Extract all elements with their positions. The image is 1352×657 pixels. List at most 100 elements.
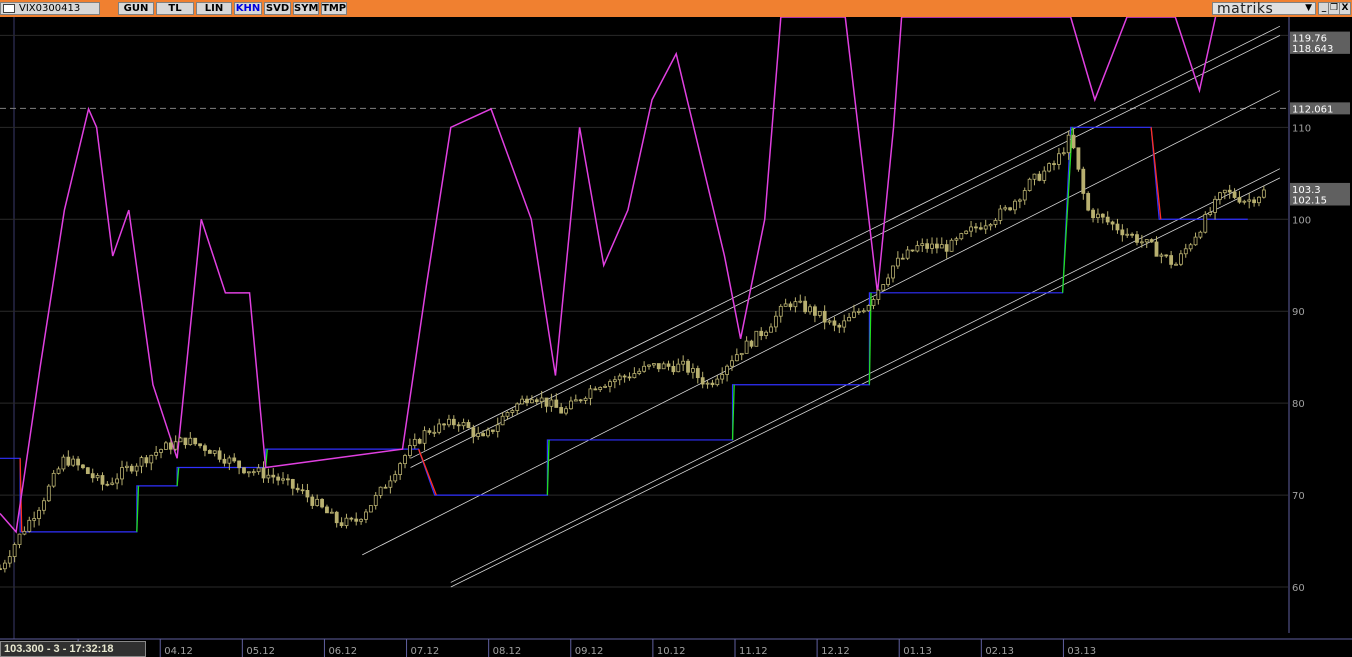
- x-tick-label: 10.12: [657, 646, 686, 657]
- tl-button[interactable]: TL: [156, 2, 194, 15]
- candle-body: [842, 320, 847, 328]
- candle-body: [715, 378, 720, 386]
- candle-body: [617, 375, 622, 381]
- candle-body: [1120, 229, 1125, 236]
- candle-body: [305, 490, 310, 498]
- lin-button[interactable]: LIN: [196, 2, 232, 15]
- candle-body: [329, 511, 334, 514]
- chart-background: [0, 17, 1352, 657]
- candle-body: [232, 457, 237, 462]
- candle-body: [983, 225, 988, 230]
- candle-body: [144, 457, 149, 464]
- candle-body: [827, 320, 832, 323]
- candle-body: [1061, 152, 1066, 155]
- x-tick-label: 09.12: [575, 646, 604, 657]
- candle-body: [32, 518, 37, 521]
- candle-body: [993, 220, 998, 225]
- candle-body: [622, 375, 627, 378]
- y-tick-label: 70: [1292, 491, 1305, 502]
- tmp-button[interactable]: TMP: [321, 2, 347, 15]
- svd-button[interactable]: SVD: [264, 2, 291, 15]
- candle-body: [456, 424, 461, 427]
- candle-body: [1208, 212, 1213, 215]
- candle-body: [510, 410, 515, 413]
- candle-body: [388, 480, 393, 488]
- sym-button[interactable]: SYM: [293, 2, 319, 15]
- price-chart[interactable]: 60708090100110120119.76118.643112.061103…: [0, 17, 1352, 657]
- candle-body: [1164, 254, 1169, 257]
- x-tick-label: 03.13: [1067, 646, 1096, 657]
- candle-body: [710, 382, 715, 386]
- candle-body: [705, 382, 710, 385]
- candle-body: [954, 238, 959, 241]
- candle-body: [295, 487, 300, 491]
- candle-body: [837, 324, 842, 328]
- candle-body: [251, 471, 256, 474]
- candle-body: [539, 397, 544, 403]
- candle-body: [930, 243, 934, 249]
- status-readout: 103.300 - 3 - 17:32:18: [0, 641, 146, 657]
- candle-body: [476, 433, 481, 437]
- x-tick-label: 02.13: [985, 646, 1014, 657]
- candle-body: [344, 517, 349, 527]
- candle-body: [1227, 189, 1232, 193]
- candle-body: [856, 311, 861, 313]
- candle-body: [378, 486, 383, 496]
- candle-body: [505, 412, 510, 417]
- candle-body: [861, 310, 866, 313]
- khn-button[interactable]: KHN: [234, 2, 262, 15]
- candle-body: [1047, 163, 1052, 172]
- close-button[interactable]: X: [1339, 2, 1351, 15]
- candle-body: [647, 364, 651, 367]
- provider-dropdown[interactable]: matriks ▼: [1212, 1, 1316, 17]
- candle-body: [349, 517, 354, 520]
- candle-body: [866, 305, 871, 312]
- candle-body: [217, 450, 222, 460]
- candle-body: [1100, 213, 1105, 218]
- candle-body: [1115, 223, 1120, 231]
- candle-body: [939, 244, 944, 249]
- candle-body: [544, 397, 549, 407]
- candle-body: [608, 381, 612, 387]
- candle-body: [1057, 153, 1061, 165]
- candle-body: [632, 373, 637, 379]
- candle-body: [300, 489, 305, 492]
- candle-body: [471, 427, 476, 437]
- provider-label: matriks: [1217, 1, 1274, 17]
- candle-body: [1198, 231, 1203, 238]
- candle-body: [1169, 255, 1174, 265]
- candle-body: [695, 368, 700, 379]
- candle-body: [744, 340, 749, 354]
- candle-body: [193, 437, 198, 445]
- price-label: 102.15: [1292, 196, 1327, 207]
- candle-body: [105, 483, 110, 486]
- candle-body: [178, 437, 183, 443]
- candle-body: [403, 455, 407, 465]
- candle-body: [578, 399, 583, 402]
- candle-body: [1130, 233, 1134, 236]
- candle-body: [583, 397, 588, 401]
- candle-body: [90, 473, 95, 479]
- symbol-selector[interactable]: VIX0300413: [0, 2, 100, 15]
- candle-body: [1027, 178, 1032, 191]
- candle-body: [988, 224, 993, 227]
- candle-body: [925, 243, 930, 249]
- candle-body: [422, 430, 427, 444]
- candle-body: [442, 423, 446, 426]
- candle-body: [974, 226, 978, 229]
- candle-body: [720, 374, 725, 380]
- candle-body: [1032, 173, 1037, 180]
- y-tick-label: 80: [1292, 399, 1305, 410]
- candle-body: [37, 509, 41, 519]
- gun-button[interactable]: GUN: [118, 2, 154, 15]
- candle-body: [290, 479, 295, 489]
- candle-body: [276, 476, 281, 481]
- x-tick-label: 08.12: [493, 646, 522, 657]
- candle-body: [1174, 263, 1178, 266]
- candle-body: [159, 449, 163, 453]
- candle-body: [725, 365, 729, 375]
- candle-body: [773, 315, 778, 328]
- candle-body: [871, 299, 876, 306]
- candle-body: [490, 429, 495, 432]
- candle-body: [1091, 209, 1095, 219]
